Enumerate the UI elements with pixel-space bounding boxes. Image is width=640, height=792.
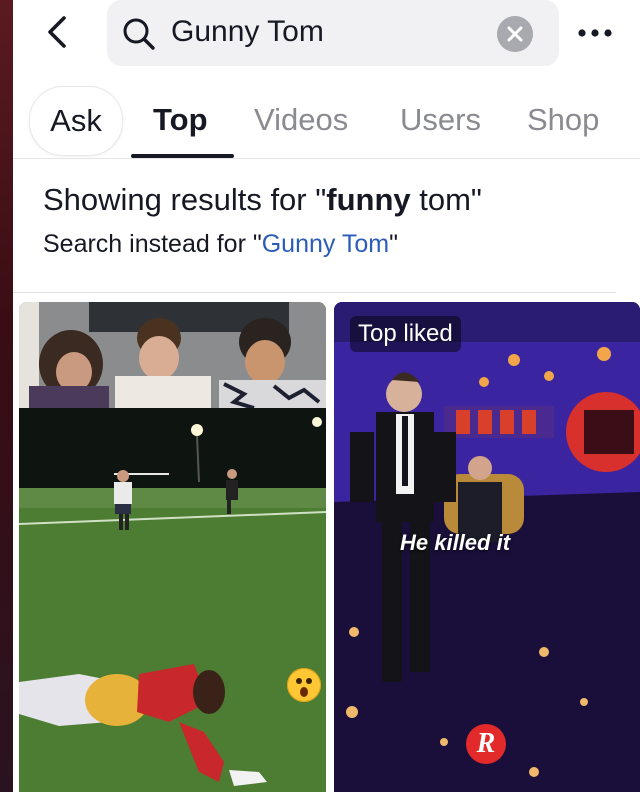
section-divider (13, 292, 616, 293)
back-arrow-icon[interactable] (41, 14, 77, 50)
tab-top[interactable]: Top (153, 86, 208, 154)
search-query-text[interactable]: Gunny Tom (171, 14, 324, 50)
search-instead-link[interactable]: Gunny Tom (262, 230, 389, 258)
clear-search-icon[interactable] (497, 16, 533, 52)
showing-suffix: tom" (410, 182, 482, 217)
video-result-1[interactable] (19, 302, 326, 792)
video-caption: He killed it (400, 530, 511, 555)
search-instead-text: Search instead for "Gunny Tom" (43, 230, 398, 259)
corrected-term: funny (326, 182, 411, 217)
left-edge-background (0, 0, 13, 792)
video-thumbnail-1 (19, 302, 326, 792)
tabs-divider (13, 158, 640, 159)
tab-shop[interactable]: Shop (527, 86, 599, 154)
search-input[interactable]: Gunny Tom (107, 0, 559, 66)
r-logo-watermark: R (466, 724, 506, 764)
more-options-icon[interactable] (573, 20, 623, 46)
results-tabs: Ask Top Videos Users Shop (13, 86, 640, 158)
instead-prefix: Search instead for " (43, 230, 262, 258)
instead-suffix: " (389, 230, 398, 258)
showing-prefix: Showing results for " (43, 182, 327, 217)
showing-results-text: Showing results for "funny tom" (43, 182, 482, 218)
tab-users[interactable]: Users (400, 86, 481, 154)
tab-videos[interactable]: Videos (254, 86, 348, 154)
tab-ask[interactable]: Ask (29, 86, 123, 156)
search-icon (123, 18, 155, 50)
surprised-emoji-icon (287, 668, 321, 702)
top-liked-badge: Top liked (350, 316, 461, 352)
search-results-screen: Gunny Tom Ask Top Videos Users Shop Show… (13, 0, 640, 792)
video-result-2[interactable]: Top liked He killed it R (334, 302, 640, 792)
